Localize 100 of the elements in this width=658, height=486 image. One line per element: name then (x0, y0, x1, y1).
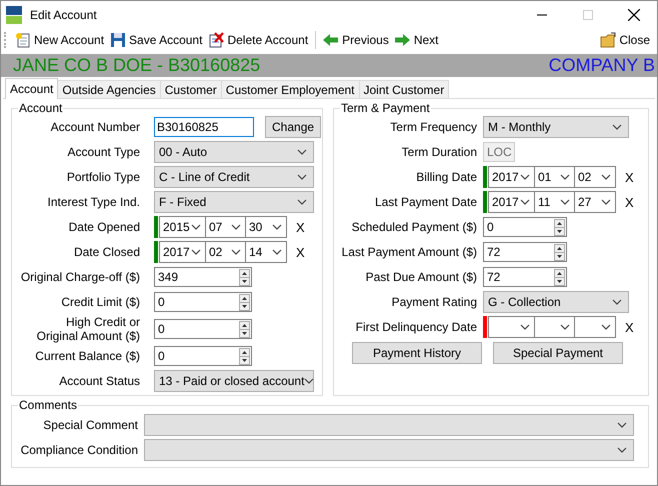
tab[interactable]: Account (5, 78, 58, 99)
toolbar-button[interactable]: Close (597, 28, 653, 50)
chevron-down-icon (560, 174, 570, 180)
number-field[interactable]: 0 (154, 319, 252, 339)
chevron-down-icon (304, 378, 314, 384)
folder-icon (600, 32, 616, 48)
text-field[interactable]: B30160825 (154, 117, 254, 137)
dropdown[interactable]: G - Collection (483, 291, 629, 313)
dropdown[interactable]: F - Fixed (154, 191, 314, 213)
customer-name: JANE CO B DOE - B30160825 (13, 55, 260, 76)
chevron-down-icon (297, 149, 307, 155)
tab[interactable]: Customer Employement (220, 80, 360, 98)
chevron-down-icon (601, 324, 611, 330)
tab[interactable]: Customer (160, 80, 222, 98)
tab[interactable]: Outside Agencies (57, 80, 161, 98)
date-part-dropdown[interactable] (574, 316, 616, 338)
chevron-down-icon (601, 174, 611, 180)
date-part-dropdown[interactable]: 01 (534, 166, 575, 188)
clear-date-button[interactable]: X (294, 220, 307, 234)
field-label: Credit Limit ($) (60, 295, 141, 309)
date-part-dropdown[interactable]: 30 (245, 216, 287, 238)
chevron-down-icon (272, 224, 282, 230)
date-part-dropdown[interactable]: 02 (205, 241, 246, 263)
dropdown[interactable]: 13 - Paid or closed account (154, 370, 314, 392)
spinner-arrows-icon[interactable] (239, 348, 250, 364)
readonly-field[interactable]: LOC (483, 142, 515, 162)
chevron-down-icon (520, 174, 530, 180)
field-label: Past Due Amount ($) (364, 270, 478, 284)
dropdown[interactable]: M - Monthly (483, 116, 629, 138)
number-field[interactable]: 349 (154, 267, 252, 287)
chevron-down-icon (191, 224, 201, 230)
field-label: Portfolio Type (66, 170, 141, 184)
date-part-dropdown[interactable]: 07 (205, 216, 246, 238)
date-part-dropdown[interactable]: 2017 (488, 191, 535, 213)
clear-date-button[interactable]: X (294, 244, 307, 260)
number-field[interactable]: 72 (483, 267, 567, 287)
spinner-arrows-icon[interactable] (554, 268, 565, 286)
field-label: Date Closed (72, 245, 141, 259)
field-label: Current Balance ($) (34, 349, 141, 363)
date-part-dropdown[interactable]: 2017 (488, 166, 535, 188)
date-part-dropdown[interactable]: 14 (245, 241, 287, 263)
toolbar-button[interactable]: Delete Account (205, 28, 312, 50)
number-field[interactable]: 0 (483, 217, 567, 237)
toolbar-button[interactable]: Previous (320, 28, 392, 50)
spinner-arrows-icon[interactable] (239, 320, 250, 338)
date-part-dropdown[interactable]: 27 (574, 191, 616, 213)
date-part-dropdown[interactable] (534, 316, 575, 338)
date-part-dropdown[interactable]: 2017 (159, 241, 206, 263)
dropdown[interactable]: 00 - Auto (154, 141, 314, 163)
toolbar-button[interactable]: New Account (12, 28, 108, 50)
tab[interactable]: Joint Customer (358, 80, 450, 98)
field-label: Account Number (50, 120, 141, 134)
right-arrow-icon (394, 32, 411, 48)
number-field[interactable]: 0 (154, 292, 252, 312)
field-label: Scheduled Payment ($) (350, 220, 478, 234)
toolbar-grip (4, 32, 8, 48)
toolbar-button[interactable]: Save Account (107, 28, 206, 50)
date-part-dropdown[interactable]: 02 (574, 166, 616, 188)
date-part-dropdown[interactable]: 2015 (159, 216, 206, 238)
chevron-down-icon (612, 299, 622, 305)
group-title: Account (18, 101, 64, 115)
field-label: Compliance Condition (20, 443, 139, 457)
field-label: Date Opened (68, 220, 141, 234)
field-label: Term Duration (400, 145, 478, 159)
spinner-arrows-icon[interactable] (239, 294, 250, 310)
field-label: Billing Date (415, 170, 478, 184)
field-label: Original Charge-off ($) (20, 270, 141, 284)
clear-date-button[interactable]: X (623, 320, 636, 334)
field-label: Account Type (66, 145, 141, 159)
spinner-arrows-icon[interactable] (554, 218, 565, 236)
chevron-down-icon (560, 324, 570, 330)
chevron-down-icon (520, 324, 530, 330)
chevron-down-icon (231, 224, 241, 230)
toolbar-button[interactable]: Next (392, 28, 442, 50)
chevron-down-icon (520, 199, 530, 205)
group-title: Comments (18, 398, 78, 412)
clear-date-button[interactable]: X (623, 194, 636, 210)
change-button[interactable]: Change (265, 116, 322, 138)
clear-date-button[interactable]: X (623, 170, 636, 184)
number-field[interactable]: 72 (483, 242, 567, 262)
dropdown[interactable]: C - Line of Credit (154, 166, 314, 188)
spinner-arrows-icon[interactable] (554, 244, 565, 260)
action-button[interactable]: Payment History (352, 342, 482, 364)
field-label: Last Payment Date (374, 195, 478, 209)
action-button[interactable]: Special Payment (493, 342, 623, 364)
group-title: Term & Payment (340, 101, 431, 115)
chevron-down-icon (560, 199, 570, 205)
app-logo-icon (6, 6, 22, 24)
chevron-down-icon (612, 124, 622, 130)
field-label: Payment Rating (390, 295, 478, 309)
spinner-arrows-icon[interactable] (239, 268, 250, 286)
chevron-down-icon (191, 249, 201, 255)
field-label: Account Status (58, 374, 141, 388)
number-field[interactable]: 0 (154, 346, 252, 366)
maximize-icon (583, 10, 593, 20)
field-label: Interest Type Ind. (46, 195, 141, 209)
chevron-down-icon (272, 249, 282, 255)
date-part-dropdown[interactable] (488, 316, 535, 338)
date-part-dropdown[interactable]: 11 (534, 191, 575, 213)
field-label: High Credit or Original Amount ($) (36, 315, 141, 343)
